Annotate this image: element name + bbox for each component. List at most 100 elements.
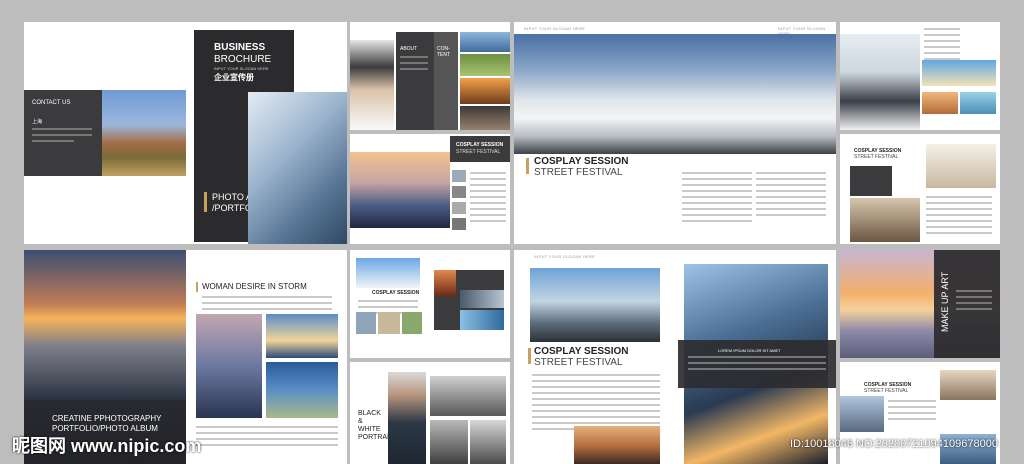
landscape-photo	[102, 90, 186, 176]
cover-slogan: INPUT YOUR SLOGAN HERE	[214, 66, 269, 71]
office-dark-box	[850, 166, 892, 196]
creatine-line1: CREATINE PPHOTOGRAPHY	[52, 414, 162, 423]
contact-label: CONTACT US	[32, 100, 71, 106]
coast-photo	[266, 362, 338, 418]
street-subtitle: STREET FESTIVAL	[864, 388, 909, 394]
city-subtitle: STREET FESTIVAL	[534, 357, 623, 368]
lorem-panel: LOREM IPSUM DOLOR SIT AMET	[678, 340, 836, 388]
small-thumb-4	[452, 218, 466, 230]
makeup-title: MAKE UP ART	[940, 271, 950, 332]
office-spread: COSPLAY SESSION STREET FESTIVAL	[840, 134, 1000, 244]
cloud-subtitle: STREET FESTIVAL	[534, 167, 623, 178]
woman-title: WOMAN DESIRE IN STORM	[202, 282, 307, 291]
street-photo-1	[840, 396, 884, 432]
city-sunset-photo	[574, 426, 660, 464]
office-text	[926, 196, 992, 238]
small-thumb-2	[452, 186, 466, 198]
collage-sunset-thumb	[434, 270, 456, 296]
content-panel: CON- TENT	[434, 32, 458, 130]
street-text	[888, 400, 936, 424]
laptop-photo	[430, 376, 506, 416]
skyscraper-photo	[530, 268, 660, 342]
small-thumb-3	[452, 202, 466, 214]
makeup-spread: MAKE UP ART	[840, 250, 1000, 358]
contact-city: 上海	[32, 119, 43, 125]
city-text	[532, 374, 660, 434]
cosplay-small-title: COSPLAY SESSION	[456, 142, 504, 148]
makeup-text	[956, 290, 992, 314]
about-text-lines	[400, 56, 428, 74]
cloud-text-col-2	[756, 172, 826, 220]
collage-thumb-1	[356, 312, 376, 334]
city-title: COSPLAY SESSION	[534, 346, 629, 357]
cosplay-small-spread: COSPLAY SESSION STREET FESTIVAL	[350, 134, 510, 244]
tablet-photo	[430, 420, 468, 464]
content-label-2: TENT	[437, 52, 451, 58]
woman-bottom-text	[196, 426, 338, 450]
about-spread: ABOUT CON- TENT	[350, 22, 510, 130]
content-thumb-1	[460, 32, 510, 52]
cloud-title: COSPLAY SESSION	[534, 156, 629, 167]
city-spread: INPUT YOUR SLOGAN HERE COSPLAY SESSION S…	[514, 250, 836, 464]
interior-room-photo	[926, 144, 996, 188]
about-label: ABOUT	[400, 46, 418, 52]
collage-cosplay-title: COSPLAY SESSION	[372, 290, 420, 296]
cover-title-cn: 企业宣传册	[214, 73, 254, 82]
makeup-panel: MAKE UP ART	[934, 250, 1000, 358]
cloud-gold-bar	[526, 158, 529, 174]
building-photo	[248, 92, 347, 244]
lorem-text	[688, 356, 826, 374]
watermark-site: 昵图网 www.nipic.com	[12, 436, 202, 456]
contact-panel: CONTACT US 上海	[24, 90, 102, 176]
cloud-header-left: INPUT YOUR SLOGAN HERE	[524, 26, 586, 31]
cosplay-small-subtitle: STREET FESTIVAL	[456, 149, 501, 155]
contact-text-lines	[32, 128, 92, 146]
collage-thumb-2	[378, 312, 400, 334]
content-thumb-3	[460, 78, 510, 104]
collage-spread: COSPLAY SESSION	[350, 250, 510, 358]
content-thumb-2	[460, 54, 510, 76]
cosplay-small-title-box: COSPLAY SESSION STREET FESTIVAL	[450, 136, 510, 162]
cloud-text-col-1	[682, 172, 752, 226]
cosplay-small-text	[470, 172, 506, 226]
office-subtitle: STREET FESTIVAL	[854, 154, 899, 160]
sunset-thumb	[922, 92, 958, 114]
cover-title-2: BROCHURE	[214, 54, 272, 65]
cover-spread: CONTACT US 上海 BUSINESS BROCHURE INPUT YO…	[24, 22, 347, 244]
business-spread	[840, 22, 1000, 130]
city-gold-bar	[528, 348, 531, 364]
watermark-id: ID:10018046 NO:20200721094109678000	[790, 438, 998, 450]
collage-sky-photo	[460, 310, 504, 330]
business-text-col	[924, 28, 960, 64]
businessman-portrait	[388, 372, 426, 464]
bw-line1: BLACK	[358, 410, 381, 417]
about-panel: ABOUT	[396, 32, 434, 130]
photographer-photo	[350, 40, 394, 130]
desk-photo	[470, 420, 506, 464]
bw-line2: &	[358, 418, 363, 425]
content-thumb-4	[460, 106, 510, 130]
business-people-photo	[840, 34, 920, 130]
collage-road-photo	[460, 290, 504, 308]
city-header-left: INPUT YOUR SLOGAN HERE	[534, 254, 596, 259]
woman-title-bar	[196, 282, 198, 292]
portrait-spread: BLACK & WHITE PORTRAIT	[350, 362, 510, 464]
sunset-mountain-photo	[350, 152, 450, 228]
office-interior-photo	[850, 198, 920, 242]
cover-gold-bar	[204, 192, 207, 212]
bw-line3: WHITE	[358, 426, 381, 433]
sailboat-photo	[266, 314, 338, 358]
woman-text	[202, 296, 332, 314]
lorem-label: LOREM IPSUM DOLOR SIT AMET	[718, 348, 781, 353]
snow-mountain-photo	[356, 258, 420, 288]
small-thumb-1	[452, 170, 466, 182]
beach-photo	[922, 60, 996, 86]
collage-thumb-3	[402, 312, 422, 334]
mountain-dusk-photo	[196, 314, 262, 418]
brochure-mockup-canvas: CONTACT US 上海 BUSINESS BROCHURE INPUT YO…	[0, 0, 1024, 464]
sea-of-clouds-photo	[514, 34, 836, 154]
cover-title-1: BUSINESS	[214, 42, 266, 53]
street-photo-2	[940, 370, 996, 400]
sea-thumb	[960, 92, 996, 114]
cloud-spread: INPUT YOUR SLOGAN HERE INPUT YOUR SLOGAN…	[514, 22, 836, 244]
